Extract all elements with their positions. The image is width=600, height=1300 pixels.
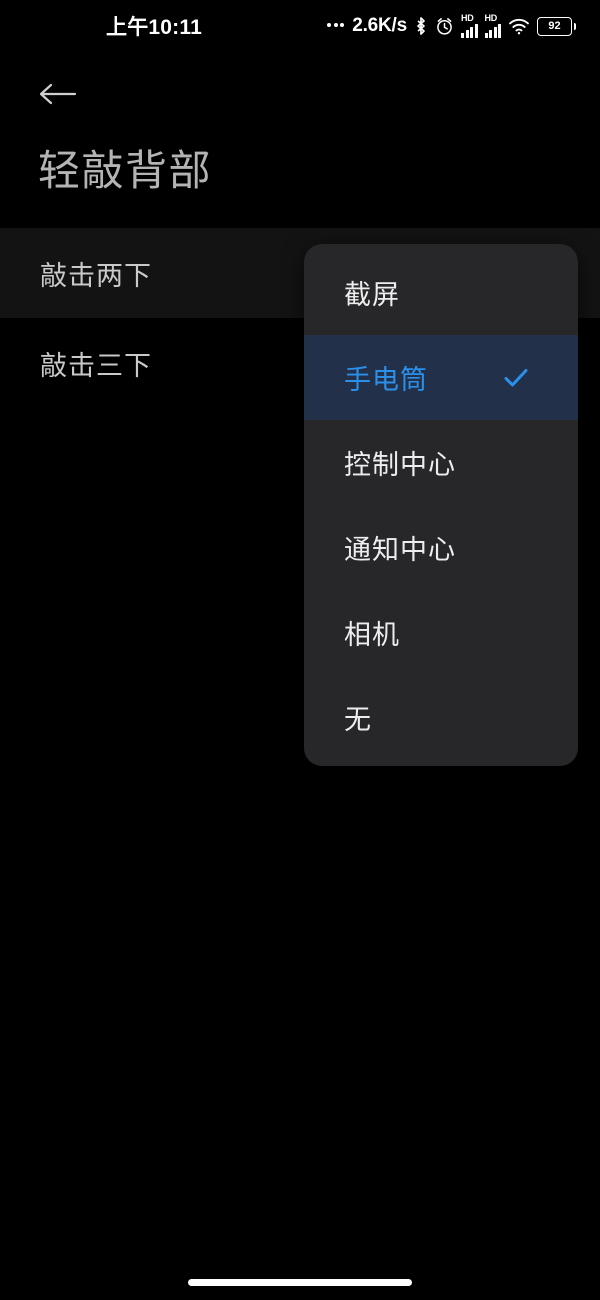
status-clock: 上午10:11 <box>106 11 202 41</box>
menu-item-label: 截屏 <box>344 273 552 312</box>
list-item-label: 敲击三下 <box>40 344 152 383</box>
menu-item-label: 控制中心 <box>344 443 552 482</box>
menu-item-label: 通知中心 <box>344 528 552 567</box>
more-dots-icon <box>327 23 344 30</box>
wifi-icon <box>508 17 530 35</box>
network-speed-label: 2.6K/s <box>352 15 407 37</box>
alarm-clock-icon <box>435 17 454 36</box>
sim1-hd-label: HD <box>461 14 473 23</box>
menu-item-label: 手电筒 <box>344 358 502 397</box>
back-button[interactable] <box>34 74 82 118</box>
sim2-signal-icon: HD <box>485 14 502 38</box>
sim1-signal-icon: HD <box>461 14 478 38</box>
menu-item-none[interactable]: 无 <box>304 675 578 760</box>
bluetooth-icon <box>414 16 428 36</box>
menu-item-notification-center[interactable]: 通知中心 <box>304 505 578 590</box>
menu-item-label: 无 <box>344 698 552 737</box>
menu-item-control-center[interactable]: 控制中心 <box>304 420 578 505</box>
menu-item-screenshot[interactable]: 截屏 <box>304 250 578 335</box>
menu-item-flashlight[interactable]: 手电筒 <box>304 335 578 420</box>
list-item-label: 敲击两下 <box>40 254 152 293</box>
back-arrow-icon <box>38 81 78 112</box>
signal-bars-icon <box>461 24 478 38</box>
battery-level-label: 92 <box>548 21 560 32</box>
signal-bars-icon <box>485 24 502 38</box>
menu-item-label: 相机 <box>344 613 552 652</box>
status-bar: 上午10:11 2.6K/s HD HD <box>0 0 600 52</box>
status-icons-group: 2.6K/s HD HD <box>327 14 576 38</box>
menu-item-camera[interactable]: 相机 <box>304 590 578 675</box>
action-popup-menu: 截屏 手电筒 控制中心 通知中心 相机 无 <box>304 244 578 766</box>
home-indicator-bar[interactable] <box>188 1279 412 1286</box>
sim2-hd-label: HD <box>485 14 497 23</box>
check-icon <box>502 364 530 392</box>
page-title: 轻敲背部 <box>38 143 212 199</box>
battery-icon: 92 <box>537 17 576 36</box>
